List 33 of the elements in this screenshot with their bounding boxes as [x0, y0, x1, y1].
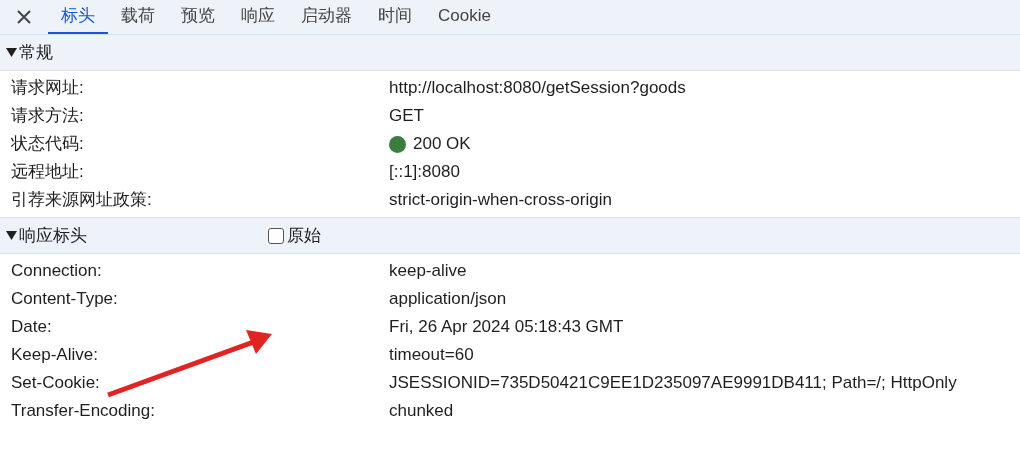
header-value: application/json	[389, 288, 507, 311]
tab[interactable]: 时间	[365, 0, 425, 34]
header-value: http://localhost:8080/getSession?goods	[389, 77, 686, 100]
header-value: Fri, 26 Apr 2024 05:18:43 GMT	[389, 316, 624, 339]
caret-icon	[6, 230, 17, 241]
header-value: keep-alive	[389, 260, 467, 283]
tab[interactable]: 响应	[228, 0, 288, 34]
header-name: 引荐来源网址政策:	[10, 189, 153, 212]
header-name: Keep-Alive:	[10, 344, 99, 367]
header-name: 请求网址:	[10, 77, 85, 100]
header-value: chunked	[389, 400, 454, 423]
header-name: 远程地址:	[10, 161, 85, 184]
header-name: Set-Cookie:	[10, 372, 101, 395]
header-value: GET	[389, 105, 424, 128]
section-toggle[interactable]: 响应标头	[6, 222, 268, 249]
header-value: 200 OK	[413, 133, 471, 156]
header-value: timeout=60	[389, 344, 474, 367]
tab[interactable]: 启动器	[288, 0, 365, 34]
header-value: [::1]:8080	[389, 161, 460, 184]
header-name: Content-Type:	[10, 288, 119, 311]
header-name: 状态代码:	[10, 133, 85, 156]
section-toggle[interactable]: 常规	[6, 39, 268, 66]
raw-checkbox[interactable]: 原始	[268, 222, 321, 249]
header-name: 请求方法:	[10, 105, 85, 128]
tab[interactable]: 预览	[168, 0, 228, 34]
header-name: Transfer-Encoding:	[10, 400, 156, 423]
header-value: JSESSIONID=735D50421C9EE1D235097AE9991DB411; Path=/; HttpOnly	[389, 372, 957, 395]
header-value: strict-origin-when-cross-origin	[389, 189, 612, 212]
tab[interactable]: 载荷	[108, 0, 168, 34]
caret-icon	[6, 47, 17, 58]
header-name: Date:	[10, 316, 53, 339]
header-name: Connection:	[10, 260, 103, 283]
tab[interactable]: Cookie	[425, 0, 504, 34]
